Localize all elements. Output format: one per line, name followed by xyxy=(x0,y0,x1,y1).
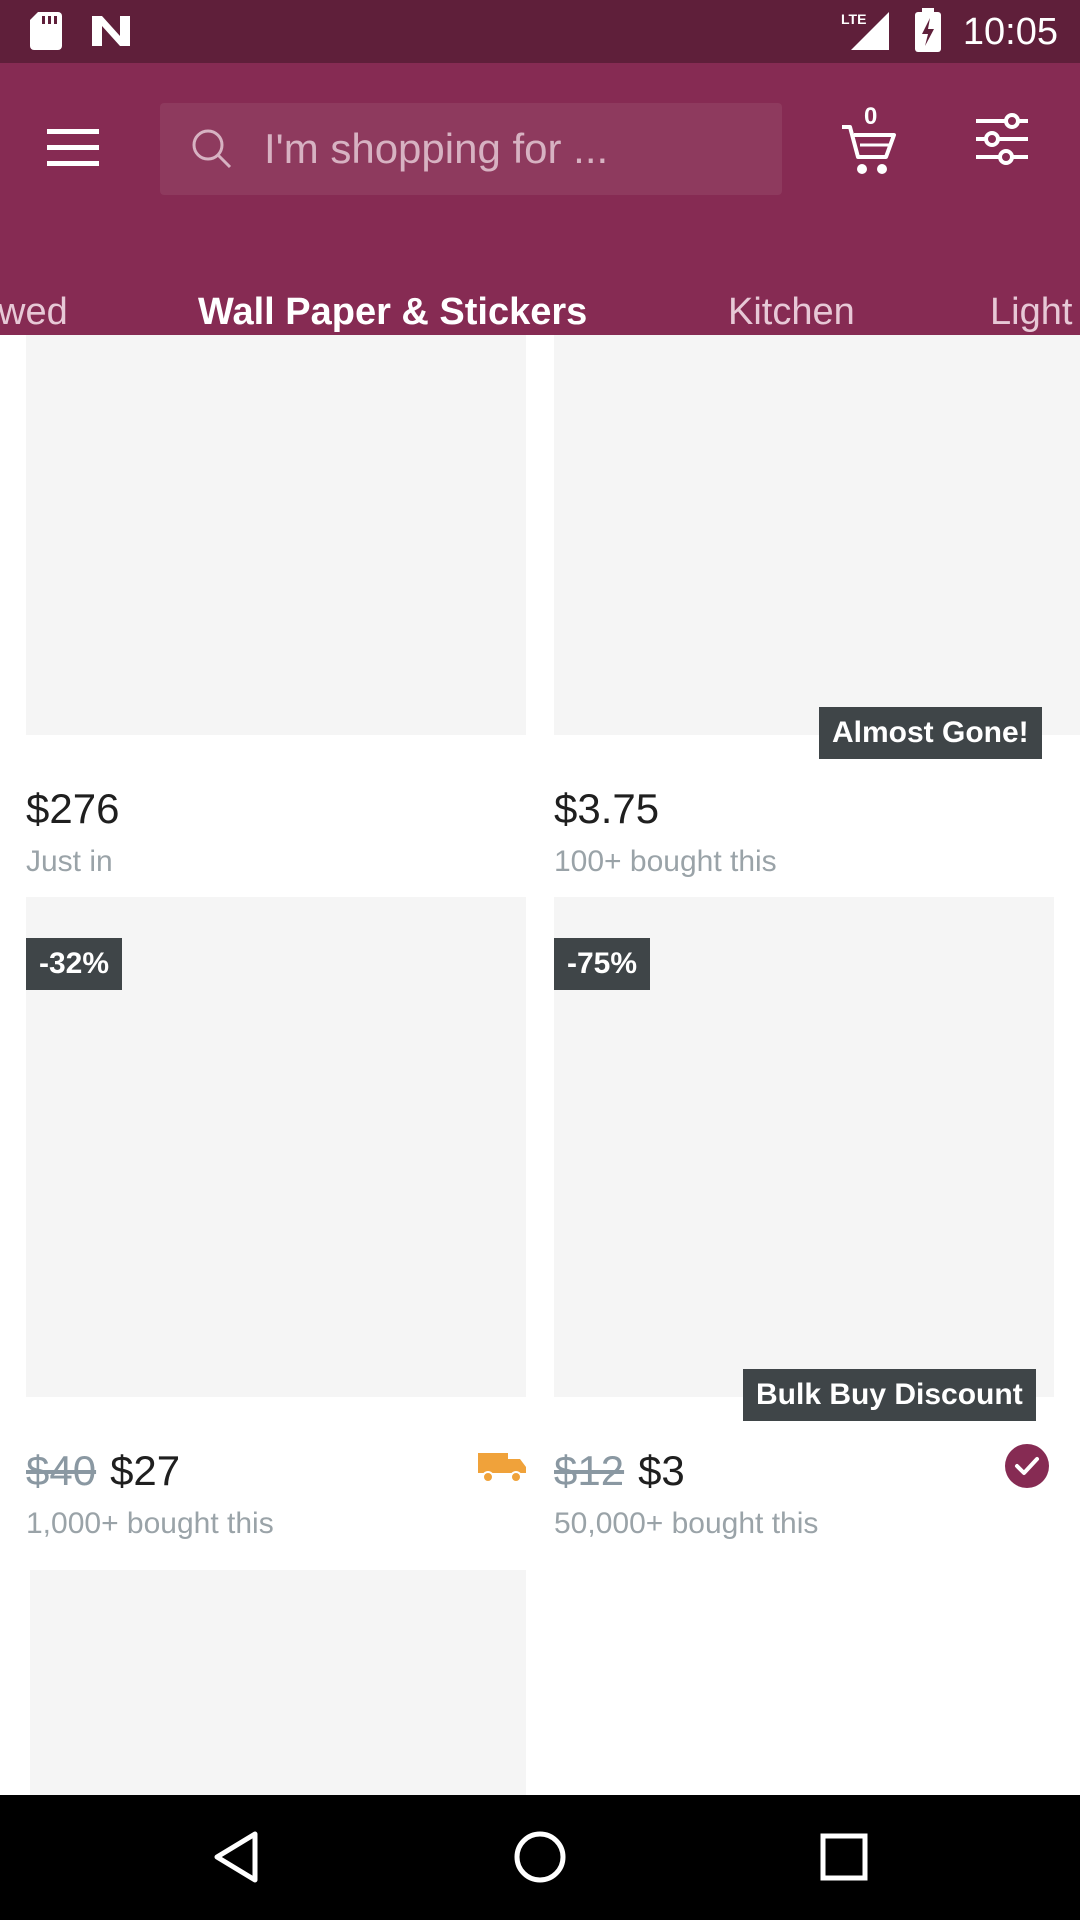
bulk-buy-discount-badge: Bulk Buy Discount xyxy=(743,1369,1036,1421)
recents-icon xyxy=(820,1833,868,1881)
search-icon xyxy=(190,127,234,171)
product-image[interactable] xyxy=(554,335,1080,735)
tab-lighting[interactable]: Light xyxy=(990,291,1072,334)
search-input[interactable] xyxy=(264,125,744,173)
cart-icon xyxy=(842,125,896,174)
sliders-filter-icon xyxy=(976,113,1028,165)
n-notification-icon xyxy=(90,14,132,53)
hamburger-menu-icon xyxy=(47,129,99,166)
product-grid: $276 Just in Almost Gone! $3.75 100+ bou… xyxy=(0,335,1080,1795)
filter-button[interactable] xyxy=(976,113,1036,179)
product-price: $276 xyxy=(26,785,120,832)
sale-price: $27 xyxy=(110,1447,181,1494)
home-button[interactable] xyxy=(510,1827,570,1887)
tab-wall-paper-stickers[interactable]: Wall Paper & Stickers xyxy=(198,291,587,334)
status-bar: LTE 10:05 xyxy=(0,0,1080,63)
product-image[interactable] xyxy=(30,1570,526,1795)
discount-badge: -75% xyxy=(554,938,651,990)
sd-card-icon xyxy=(30,12,62,55)
product-meta: 1,000+ bought this xyxy=(26,1507,274,1540)
home-icon xyxy=(514,1831,566,1883)
back-button[interactable] xyxy=(206,1827,266,1887)
back-icon xyxy=(214,1831,258,1883)
original-price: $12 xyxy=(554,1447,625,1494)
verified-check-icon xyxy=(1005,1444,1049,1488)
product-meta: 100+ bought this xyxy=(554,845,777,878)
app-bar: 0 wed Wall Paper & Stickers Kitchen Ligh… xyxy=(0,63,1080,397)
recents-button[interactable] xyxy=(814,1827,874,1887)
sale-price: $3 xyxy=(638,1447,685,1494)
battery-charging-icon xyxy=(914,8,941,57)
original-price: $40 xyxy=(26,1447,97,1494)
shipping-truck-icon xyxy=(478,1453,526,1483)
discount-badge: -32% xyxy=(26,938,123,990)
svg-text:LTE: LTE xyxy=(841,11,866,27)
product-image[interactable] xyxy=(26,335,526,735)
status-time: 10:05 xyxy=(962,11,1058,53)
cart-button[interactable]: 0 xyxy=(840,103,906,183)
product-price: $3.75 xyxy=(554,785,660,832)
system-nav-bar xyxy=(0,1795,1080,1920)
almost-gone-badge: Almost Gone! xyxy=(819,707,1042,759)
tab-kitchen[interactable]: Kitchen xyxy=(728,291,855,334)
tab-viewed[interactable]: wed xyxy=(0,291,68,334)
product-price-group: $40 $27 xyxy=(26,1447,180,1495)
product-meta: Just in xyxy=(26,845,113,878)
lte-signal-icon: LTE xyxy=(841,8,893,57)
product-price-group: $12 $3 xyxy=(554,1447,685,1495)
search-box[interactable] xyxy=(160,103,782,195)
menu-button[interactable] xyxy=(40,115,106,181)
product-meta: 50,000+ bought this xyxy=(554,1507,819,1540)
